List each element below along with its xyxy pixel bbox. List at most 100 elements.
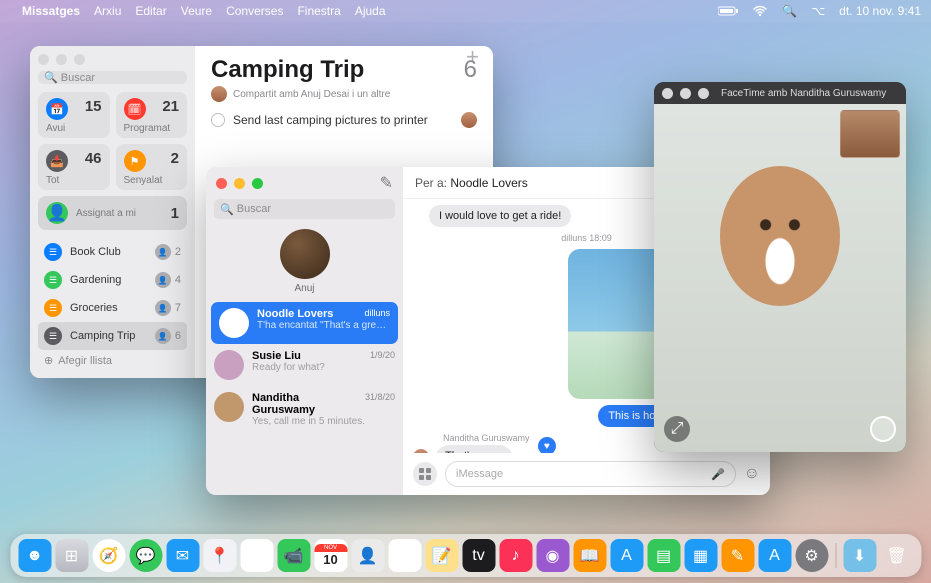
self-view[interactable] <box>840 110 900 158</box>
spotlight-icon[interactable]: 🔍 <box>782 4 797 18</box>
facetime-traffic-lights[interactable] <box>662 88 709 99</box>
dock-appstore-alt[interactable]: A <box>610 539 643 572</box>
list-item[interactable]: ☰ Groceries 👤 7 <box>38 294 187 322</box>
reminders-sidebar: 🔍 Buscar 📅 15 Avui🗓 21 Programat📥 46 Tot… <box>30 46 195 378</box>
to-value[interactable]: Noodle Lovers <box>450 176 527 190</box>
dock-launchpad[interactable]: ⊞ <box>55 539 88 572</box>
add-list-button[interactable]: ⊕ Afegir llista <box>38 350 187 371</box>
dock-separator <box>835 543 836 568</box>
dock-keynote[interactable]: ▦ <box>684 539 717 572</box>
avatar <box>214 392 244 422</box>
conv-name: Susie Liu <box>252 350 301 362</box>
control-center-icon[interactable]: ⌥ <box>811 4 825 18</box>
dock-tv[interactable]: tv <box>462 539 495 572</box>
dock-numbers[interactable]: ▤ <box>647 539 680 572</box>
dock-contacts[interactable]: 👤 <box>351 539 384 572</box>
remote-face <box>720 166 840 306</box>
love-reaction-icon[interactable]: ♥ <box>538 437 556 453</box>
message-field[interactable]: iMessage 🎤 <box>445 461 736 487</box>
list-icon: ☰ <box>44 299 62 317</box>
menubar-app-name[interactable]: Missatges <box>22 4 80 18</box>
emoji-icon[interactable]: ☺ <box>744 465 760 483</box>
message-placeholder: iMessage <box>456 468 503 480</box>
capture-icon[interactable] <box>870 416 896 442</box>
task-assignee-avatar <box>461 112 477 128</box>
smart-list-all[interactable]: 📥 46 Tot <box>38 144 110 190</box>
incoming-bubble[interactable]: I would love to get a ride! <box>429 205 571 227</box>
menu-finestra[interactable]: Finestra <box>297 4 340 18</box>
conv-date: 1/9/20 <box>370 350 395 362</box>
conversation-row[interactable]: Susie Liu 1/9/20 Ready for what? <box>206 344 403 386</box>
messages-search[interactable]: 🔍 Buscar <box>214 199 395 219</box>
list-item[interactable]: ☰ Book Club 👤2 <box>38 238 187 266</box>
dock-reminders[interactable]: ☰ <box>388 539 421 572</box>
compose-icon[interactable]: ✎ <box>380 173 393 193</box>
list-item[interactable]: ☰ Camping Trip 👤6 <box>38 322 187 350</box>
menu-veure[interactable]: Veure <box>181 4 212 18</box>
dock-settings[interactable]: ⚙︎ <box>795 539 828 572</box>
incoming-reply-bubble[interactable]: That's a great idea <box>435 445 513 453</box>
dock-downloads[interactable]: ⬇︎ <box>843 539 876 572</box>
menu-ajuda[interactable]: Ajuda <box>355 4 386 18</box>
task-row[interactable]: Send last camping pictures to printer <box>211 112 477 128</box>
mic-icon[interactable]: 🎤 <box>711 468 725 481</box>
facetime-window: FaceTime amb Nanditha Guruswamy ⤢ <box>654 82 906 452</box>
apps-icon[interactable] <box>413 462 437 486</box>
wifi-icon[interactable] <box>752 5 768 17</box>
task-title: Send last camping pictures to printer <box>233 113 428 127</box>
list-icon: ☰ <box>44 271 62 289</box>
dock-notes[interactable]: 📝 <box>425 539 458 572</box>
dock-messages[interactable]: 💬 <box>129 539 162 572</box>
dock-trash[interactable]: 🗑 <box>880 539 913 572</box>
search-icon: 🔍 <box>220 203 234 216</box>
list-count: 7 <box>175 302 181 314</box>
smart-list-today[interactable]: 📅 15 Avui <box>38 92 110 138</box>
menu-converses[interactable]: Converses <box>226 4 283 18</box>
dock-maps[interactable]: 📍 <box>203 539 236 572</box>
pinned-contact[interactable]: Anuj <box>265 229 345 294</box>
reminders-traffic-lights[interactable] <box>38 54 187 65</box>
conversation-row[interactable]: Noodle Lovers dilluns T'ha encantat "Tha… <box>211 302 398 344</box>
clock[interactable]: dt. 10 nov. 9:41 <box>839 4 921 18</box>
list-count: 2 <box>175 246 181 258</box>
menu-arxiu[interactable]: Arxiu <box>94 4 121 18</box>
today-icon: 📅 <box>46 98 68 120</box>
assigned-to-me[interactable]: 👤 Assignat a mi 1 <box>38 196 187 230</box>
dock-calendar[interactable]: NOV10 <box>314 539 347 572</box>
reminders-search[interactable]: 🔍 Buscar <box>38 71 187 84</box>
dock-pages[interactable]: ✎ <box>721 539 754 572</box>
dock-facetime[interactable]: 📹 <box>277 539 310 572</box>
conversation-row[interactable]: Nanditha Guruswamy 31/8/20 Yes, call me … <box>206 386 403 433</box>
list-count: 4 <box>175 274 181 286</box>
smart-list-scheduled[interactable]: 🗓 21 Programat <box>116 92 188 138</box>
smart-list-count: 46 <box>85 150 102 167</box>
smart-list-count: 15 <box>85 98 102 115</box>
dock-books[interactable]: 📖 <box>573 539 606 572</box>
to-label: Per a: <box>415 176 447 190</box>
all-icon: 📥 <box>46 150 68 172</box>
dock-podcasts[interactable]: ◉ <box>536 539 569 572</box>
smart-list-flagged[interactable]: ⚑ 2 Senyalat <box>116 144 188 190</box>
conv-date: 31/8/20 <box>365 392 395 416</box>
task-checkbox[interactable] <box>211 113 225 127</box>
dock-finder[interactable]: ☻ <box>18 539 51 572</box>
dock: ☻⊞🧭💬✉︎📍✿📹NOV10👤☰📝tv♪◉📖A▤▦✎A⚙︎ ⬇︎🗑 <box>10 534 921 577</box>
dock-safari[interactable]: 🧭 <box>92 539 125 572</box>
fullscreen-icon[interactable]: ⤢ <box>664 416 690 442</box>
shared-icon: 👤 <box>155 300 171 316</box>
messages-traffic-lights[interactable] <box>216 178 263 189</box>
dock-music[interactable]: ♪ <box>499 539 532 572</box>
dock-photos[interactable]: ✿ <box>240 539 273 572</box>
flagged-icon: ⚑ <box>124 150 146 172</box>
dock-appstore[interactable]: A <box>758 539 791 572</box>
smart-list-label: Programat <box>124 123 180 134</box>
battery-icon[interactable] <box>718 6 738 16</box>
list-name: Camping Trip <box>70 330 135 342</box>
pinned-name: Anuj <box>265 283 345 294</box>
list-item[interactable]: ☰ Gardening 👤4 <box>38 266 187 294</box>
dock-mail[interactable]: ✉︎ <box>166 539 199 572</box>
menu-editar[interactable]: Editar <box>135 4 166 18</box>
assigned-label: Assignat a mi <box>76 208 136 219</box>
avatar <box>214 350 244 380</box>
list-name: Groceries <box>70 302 118 314</box>
